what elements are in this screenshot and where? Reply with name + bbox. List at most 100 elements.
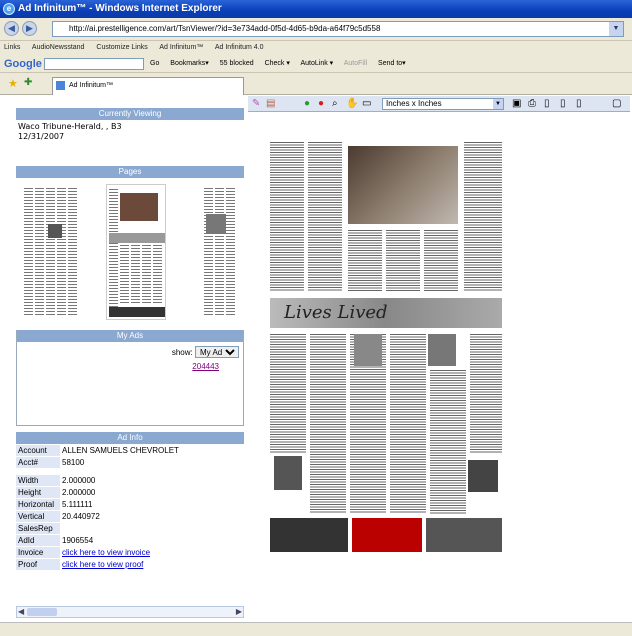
- advertisement: [426, 518, 502, 552]
- view-invoice-link[interactable]: click here to view invoice: [62, 548, 150, 557]
- field-value: [60, 523, 244, 534]
- my-ads-panel: My Ads show: My Ads 204443: [16, 330, 244, 426]
- table-row: Acct# 58100: [16, 457, 244, 468]
- page-export-icon[interactable]: ▯: [576, 98, 582, 109]
- url-dropdown-icon[interactable]: ▼: [609, 22, 623, 36]
- autofill-button[interactable]: AutoFill: [344, 60, 367, 67]
- ie-icon: e: [3, 3, 15, 15]
- units-select-value: Inches x Inches: [386, 99, 442, 108]
- my-ads-select[interactable]: My Ads: [195, 346, 239, 358]
- send-to-button[interactable]: Send to▾: [378, 60, 406, 67]
- close-viewer-icon[interactable]: ▢: [612, 98, 621, 109]
- scroll-left-icon[interactable]: ◀: [18, 607, 24, 616]
- url-text: http://ai.prestelligence.com/art/TsnView…: [69, 24, 381, 33]
- spell-check-button[interactable]: Check ▾: [265, 60, 290, 67]
- tab-favicon-icon: [56, 81, 65, 90]
- table-row: Width 2.000000: [16, 475, 244, 486]
- highlighter-icon[interactable]: ✎: [252, 98, 260, 109]
- obituary-photo: [274, 456, 302, 490]
- tab-bar: ★ ✚ Ad Infinitum™: [0, 73, 632, 95]
- bookmarks-button[interactable]: Bookmarks▾: [170, 60, 209, 67]
- publication-date: 12/31/2007: [18, 132, 65, 141]
- news-photo: [348, 146, 458, 224]
- show-label: show:: [171, 348, 193, 357]
- field-label: AdId: [16, 535, 60, 546]
- page-thumbnails: [16, 178, 244, 326]
- page-thumbnail-selected[interactable]: [106, 184, 166, 320]
- ad-id-link[interactable]: 204443: [192, 362, 219, 371]
- link-ad-infinitum[interactable]: Ad Infinitum™: [159, 44, 203, 51]
- field-label: Height: [16, 487, 60, 498]
- add-favorites-icon[interactable]: ✚: [24, 77, 32, 88]
- print-icon[interactable]: ⎙: [528, 98, 536, 109]
- units-select[interactable]: Inches x Inches ▼: [382, 98, 504, 110]
- field-value: 2.000000: [60, 487, 244, 498]
- table-row: AdId 1906554: [16, 535, 244, 546]
- reject-icon[interactable]: ●: [318, 98, 324, 109]
- window-titlebar: e Ad Infinitum™ - Windows Internet Explo…: [0, 0, 632, 18]
- field-label: Account: [16, 445, 60, 456]
- page-thumbnail[interactable]: [22, 184, 82, 320]
- favorites-star-icon[interactable]: ★: [8, 77, 18, 90]
- currently-viewing-header: Currently Viewing: [16, 108, 244, 120]
- field-value: 2.000000: [60, 475, 244, 486]
- publication-line: Waco Tribune-Herald, , B3: [18, 122, 122, 131]
- table-row: Invoice click here to view invoice: [16, 547, 244, 558]
- address-bar: ◀ ▶ http://ai.prestelligence.com/art/Tsn…: [0, 18, 632, 41]
- back-icon[interactable]: ◀: [4, 21, 19, 36]
- google-logo: Google: [4, 58, 42, 70]
- links-label: Links: [4, 44, 21, 51]
- save-icon[interactable]: ▣: [512, 98, 521, 109]
- my-ads-filter: show: My Ads: [172, 346, 239, 358]
- left-panel-scrollbar[interactable]: ◀ ▶: [16, 606, 244, 618]
- table-row: Account ALLEN SAMUELS CHEVROLET: [16, 445, 244, 456]
- autolink-button[interactable]: AutoLink ▾: [300, 60, 333, 67]
- advertisement: [270, 518, 348, 552]
- measure-icon[interactable]: ▭: [362, 98, 371, 109]
- approve-icon[interactable]: ●: [304, 98, 310, 109]
- tab-ad-infinitum[interactable]: Ad Infinitum™: [52, 77, 244, 95]
- link-customize-links[interactable]: Customize Links: [96, 44, 147, 51]
- table-row: Proof click here to view proof: [16, 559, 244, 570]
- view-proof-link[interactable]: click here to view proof: [62, 560, 143, 569]
- popups-blocked-button[interactable]: 55 blocked: [220, 60, 254, 67]
- my-ads-header: My Ads: [17, 330, 243, 342]
- units-dropdown-icon[interactable]: ▼: [493, 99, 503, 109]
- page-copy-icon[interactable]: ▯: [560, 98, 566, 109]
- field-label: Horizontal: [16, 499, 60, 510]
- newspaper-page-image[interactable]: Lives Lived: [268, 138, 504, 563]
- link-audionewsstand[interactable]: AudioNewsstand: [32, 44, 85, 51]
- note-icon[interactable]: ▤: [266, 98, 275, 109]
- window-title: Ad Infinitum™ - Windows Internet Explore…: [18, 3, 222, 14]
- page-thumbnail[interactable]: [202, 184, 242, 320]
- google-go-button[interactable]: Go: [150, 60, 159, 67]
- link-ad-infinitum-4[interactable]: Ad Infinitum 4.0: [215, 44, 264, 51]
- scrollbar-thumb[interactable]: [27, 608, 57, 616]
- lives-lived-banner: Lives Lived: [270, 298, 502, 328]
- zoom-icon[interactable]: ⌕: [332, 98, 338, 109]
- google-toolbar: Google Go Bookmarks▾ 55 blocked Check ▾ …: [0, 55, 632, 73]
- field-label: Invoice: [16, 547, 60, 558]
- page-icon[interactable]: ▯: [544, 98, 550, 109]
- scroll-right-icon[interactable]: ▶: [236, 607, 242, 616]
- pages-header: Pages: [16, 166, 244, 178]
- ad-graphic: [468, 460, 498, 492]
- field-label: Width: [16, 475, 60, 486]
- field-label: SalesRep: [16, 523, 60, 534]
- field-label: Vertical: [16, 511, 60, 522]
- field-value: 58100: [60, 457, 244, 468]
- url-input[interactable]: http://ai.prestelligence.com/art/TsnView…: [52, 21, 624, 37]
- field-label: Acct#: [16, 457, 60, 468]
- table-row: Horizontal 5.111111: [16, 499, 244, 510]
- ad-info-table: Account ALLEN SAMUELS CHEVROLET Acct# 5810…: [16, 444, 244, 571]
- google-search-input[interactable]: [44, 58, 144, 70]
- forward-icon[interactable]: ▶: [22, 21, 37, 36]
- pan-hand-icon[interactable]: ✋: [346, 98, 358, 109]
- table-separator: [16, 469, 244, 474]
- left-panel: Currently Viewing Waco Tribune-Herald, ,…: [16, 108, 244, 608]
- table-row: Vertical 20.440972: [16, 511, 244, 522]
- advertisement: [352, 518, 422, 552]
- pages-section: Pages: [16, 166, 244, 326]
- obituary-photo: [428, 334, 456, 366]
- ad-info-header: Ad Info: [16, 432, 244, 444]
